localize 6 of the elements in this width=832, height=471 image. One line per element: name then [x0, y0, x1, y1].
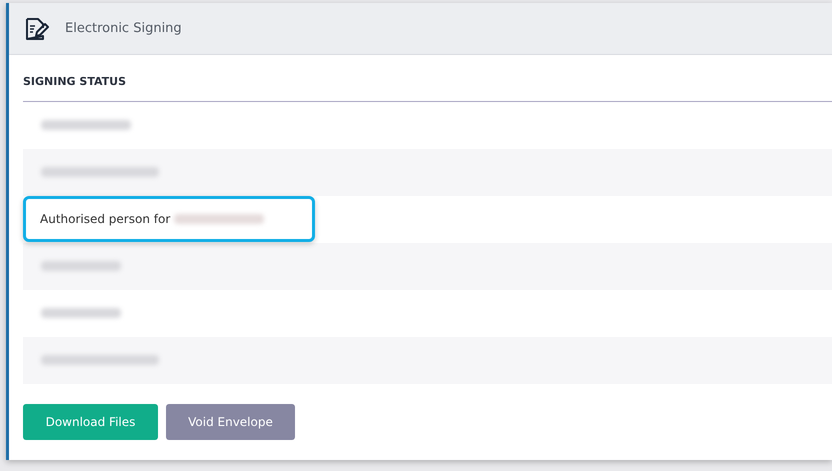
section-title: SIGNING STATUS: [23, 55, 832, 102]
document-pen-icon: [23, 16, 49, 42]
header-title: Electronic Signing: [65, 20, 182, 38]
action-button[interactable]: Download Files: [23, 404, 158, 440]
row-text: Authorised person for: [40, 211, 170, 228]
action-button[interactable]: Void Envelope: [166, 404, 295, 440]
